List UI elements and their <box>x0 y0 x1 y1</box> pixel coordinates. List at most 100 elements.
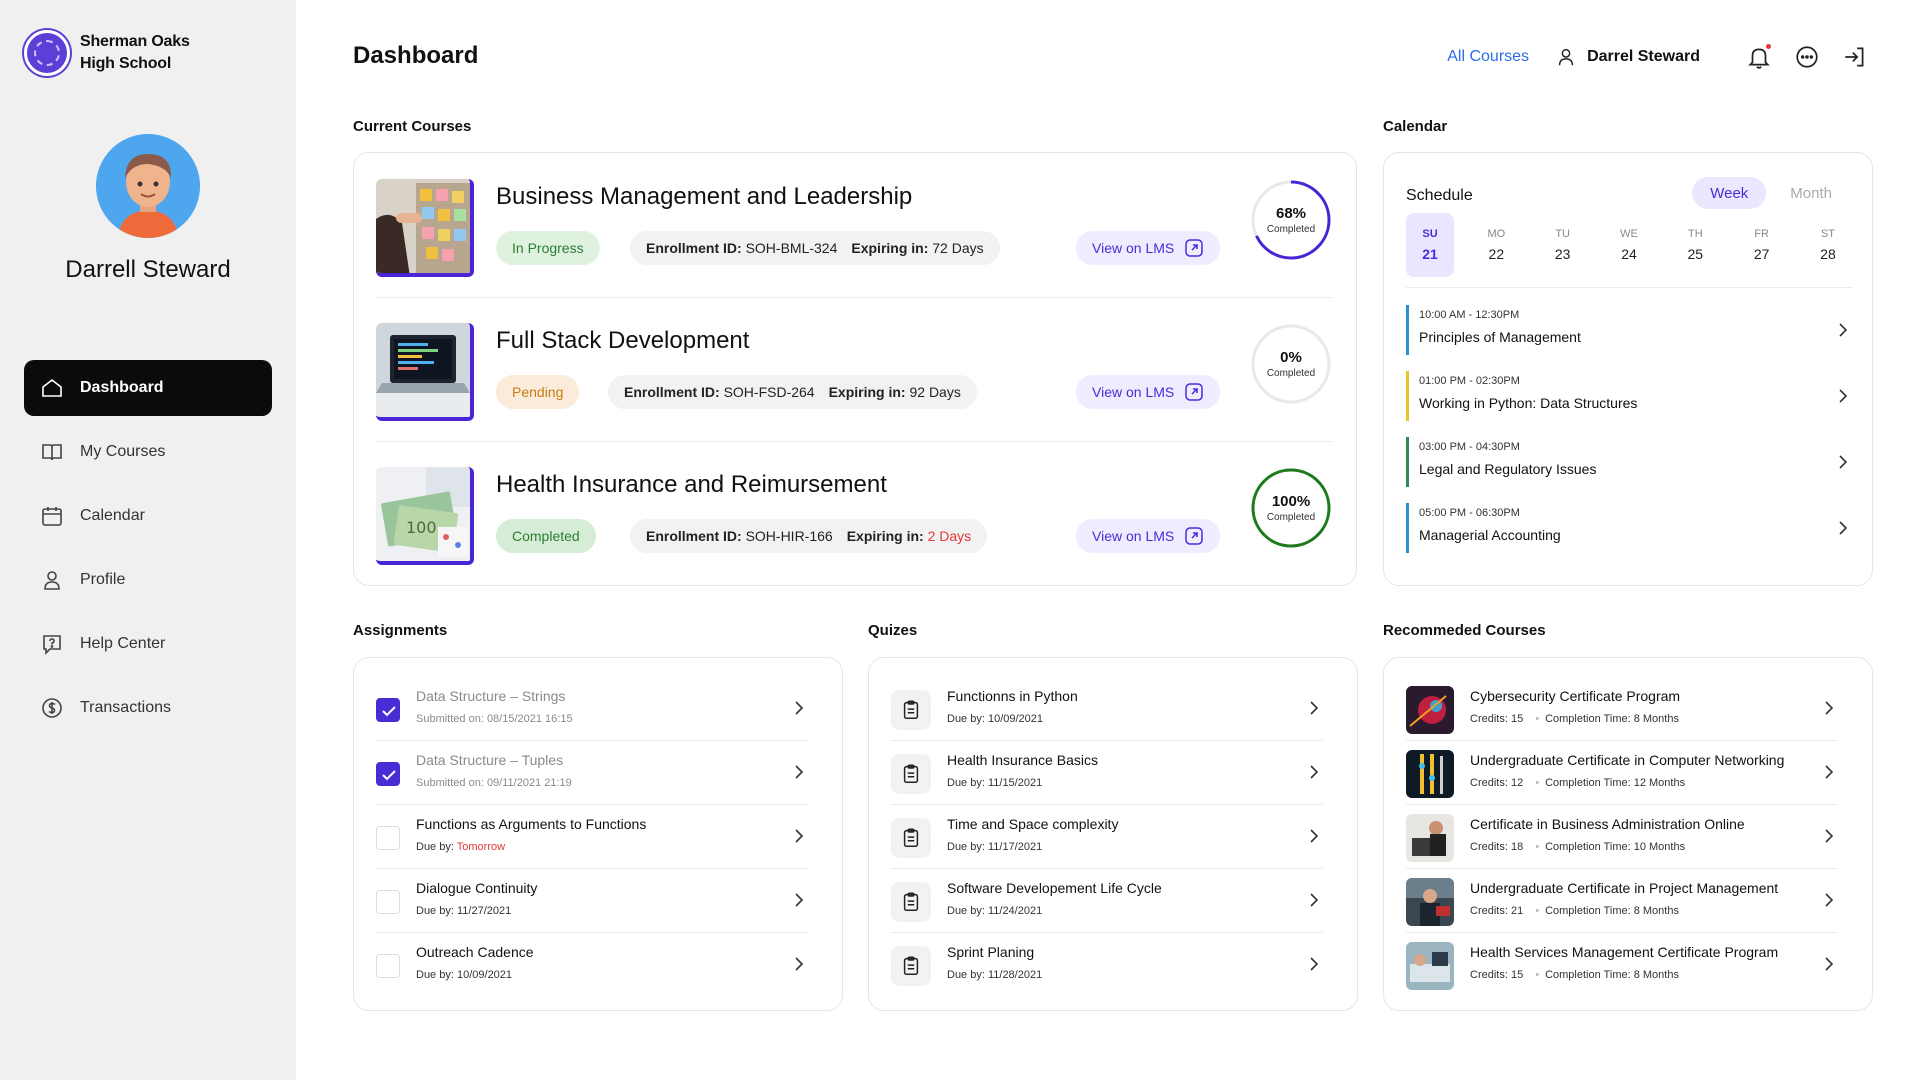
assignment-sub-label: Due by: <box>416 841 454 853</box>
notification-badge <box>1766 44 1771 49</box>
progress-label: Completed <box>1266 512 1316 523</box>
more-button[interactable] <box>1794 44 1820 70</box>
assignment-title: Data Structure – Strings <box>416 688 566 704</box>
calendar-day[interactable]: ST 28 <box>1804 213 1852 277</box>
quiz-item[interactable]: Time and Space complexity Due by: 11/17/… <box>891 804 1323 868</box>
day-number: 21 <box>1422 246 1438 262</box>
user-icon <box>1558 48 1574 66</box>
assignment-sub-value: 09/11/2021 21:19 <box>486 777 572 789</box>
sidebar-item-calendar[interactable]: Calendar <box>24 488 272 544</box>
schedule-event[interactable]: 10:00 AM - 12:30PM Principles of Managem… <box>1406 305 1852 355</box>
assignment-sub: Submitted on: 08/15/2021 16:15 <box>416 713 573 725</box>
sidebar-item-label: Help Center <box>80 635 166 652</box>
quiz-item[interactable]: Functionns in Python Due by: 10/09/2021 <box>891 676 1323 740</box>
course-title[interactable]: Business Management and Leadership <box>496 183 912 211</box>
assignment-title: Outreach Cadence <box>416 944 534 960</box>
recommended-course-item[interactable]: Health Services Management Certificate P… <box>1406 932 1838 996</box>
assignment-sub: Submitted on: 09/11/2021 21:19 <box>416 777 572 789</box>
calendar-day[interactable]: MO 22 <box>1472 213 1520 277</box>
credits: Credits: 18 <box>1470 841 1524 853</box>
avatar[interactable] <box>96 134 200 238</box>
event-time: 01:00 PM - 02:30PM <box>1419 375 1520 387</box>
assignment-checkbox[interactable] <box>376 762 400 786</box>
schedule-event[interactable]: 01:00 PM - 02:30PM Working in Python: Da… <box>1406 371 1852 421</box>
assignment-checkbox[interactable] <box>376 826 400 850</box>
quiz-item[interactable]: Health Insurance Basics Due by: 11/15/20… <box>891 740 1323 804</box>
chevron-right-icon <box>1825 893 1834 907</box>
event-name: Legal and Regulatory Issues <box>1419 461 1597 477</box>
book-icon <box>42 444 62 461</box>
course-title[interactable]: Full Stack Development <box>496 327 749 355</box>
calendar-day[interactable]: TU 23 <box>1539 213 1587 277</box>
recommended-course-item[interactable]: Undergraduate Certificate in Project Man… <box>1406 868 1838 932</box>
credits: Credits: 21 <box>1470 905 1524 917</box>
assignment-checkbox[interactable] <box>376 890 400 914</box>
chevron-right-icon <box>1839 455 1848 469</box>
quiz-due: Due by: 11/15/2021 <box>947 777 1043 789</box>
course-meta: Enrollment ID: SOH-BML-324 Expiring in: … <box>630 231 1000 265</box>
calendar-day[interactable]: TH 25 <box>1671 213 1719 277</box>
assignment-item[interactable]: Functions as Arguments to Functions Due … <box>376 804 808 868</box>
clipboard-icon <box>891 690 931 730</box>
notifications-button[interactable] <box>1746 44 1772 70</box>
event-name: Managerial Accounting <box>1419 527 1561 543</box>
view-on-lms-button[interactable]: View on LMS <box>1076 519 1221 553</box>
course-item: Full Stack Development Pending Enrollmen… <box>376 297 1332 421</box>
school-brand[interactable]: Sherman Oaks High School <box>24 30 210 76</box>
view-on-lms-button[interactable]: View on LMS <box>1076 375 1221 409</box>
assignment-checkbox[interactable] <box>376 954 400 978</box>
sidebar-item-label: My Courses <box>80 443 166 460</box>
user-icon <box>44 571 60 590</box>
week-toggle[interactable]: Week <box>1692 177 1767 209</box>
assignment-item[interactable]: Data Structure – Strings Submitted on: 0… <box>376 676 808 740</box>
event-time: 10:00 AM - 12:30PM <box>1419 309 1520 321</box>
month-toggle[interactable]: Month <box>1772 177 1850 209</box>
course-thumbnail[interactable]: 100 <box>376 467 474 565</box>
assignment-sub: Due by: 10/09/2021 <box>416 969 512 981</box>
sidebar-item-dashboard[interactable]: Dashboard <box>24 360 272 416</box>
sidebar-item-help-center[interactable]: Help Center <box>24 616 272 672</box>
enrollment-id: SOH-FSD-264 <box>723 384 815 400</box>
enrollment-label: Enrollment ID: <box>624 384 720 400</box>
progress-label: Completed <box>1266 368 1316 379</box>
assignment-item[interactable]: Outreach Cadence Due by: 10/09/2021 <box>376 932 808 996</box>
topbar: All Courses Darrel Steward <box>1447 42 1868 72</box>
completion-time: Completion Time: 8 Months <box>1545 905 1679 917</box>
account-menu[interactable]: Darrel Steward <box>1555 46 1700 68</box>
assignment-checkbox[interactable] <box>376 698 400 722</box>
external-link-icon <box>1185 239 1203 257</box>
quiz-due: Due by: 11/28/2021 <box>947 969 1043 981</box>
quiz-item[interactable]: Sprint Planing Due by: 11/28/2021 <box>891 932 1323 996</box>
check-icon <box>382 770 396 781</box>
recommended-course-item[interactable]: Certificate in Business Administration O… <box>1406 804 1838 868</box>
recommended-course-item[interactable]: Undergraduate Certificate in Computer Ne… <box>1406 740 1838 804</box>
recommended-course-item[interactable]: Cybersecurity Certificate Program Credit… <box>1406 676 1838 740</box>
day-of-week: FR <box>1754 228 1769 240</box>
chevron-right-icon <box>795 957 804 971</box>
calendar-day[interactable]: WE 24 <box>1605 213 1653 277</box>
expiring-value: 2 Days <box>927 528 972 544</box>
assignment-sub-value: Tomorrow <box>456 841 506 853</box>
view-on-lms-button[interactable]: View on LMS <box>1076 231 1221 265</box>
logout-button[interactable] <box>1842 44 1868 70</box>
course-thumbnail[interactable] <box>376 179 474 277</box>
sidebar-item-profile[interactable]: Profile <box>24 552 272 608</box>
day-number: 24 <box>1621 246 1637 262</box>
chevron-right-icon <box>1839 389 1848 403</box>
all-courses-link[interactable]: All Courses <box>1447 48 1529 66</box>
recommended-title: Health Services Management Certificate P… <box>1470 944 1779 960</box>
calendar-day[interactable]: SU 21 <box>1406 213 1454 277</box>
assignment-item[interactable]: Data Structure – Tuples Submitted on: 09… <box>376 740 808 804</box>
course-thumbnail[interactable] <box>376 323 474 421</box>
schedule-event[interactable]: 05:00 PM - 06:30PM Managerial Accounting <box>1406 503 1852 553</box>
assignment-sub-label: Due by: <box>416 969 454 981</box>
sidebar-item-label: Dashboard <box>80 379 164 396</box>
schedule-event[interactable]: 03:00 PM - 04:30PM Legal and Regulatory … <box>1406 437 1852 487</box>
day-of-week: ST <box>1820 228 1835 240</box>
assignment-item[interactable]: Dialogue Continuity Due by: 11/27/2021 <box>376 868 808 932</box>
sidebar-item-transactions[interactable]: Transactions <box>24 680 272 736</box>
course-title[interactable]: Health Insurance and Reimursement <box>496 471 887 499</box>
calendar-day[interactable]: FR 27 <box>1738 213 1786 277</box>
quiz-item[interactable]: Software Developement Life Cycle Due by:… <box>891 868 1323 932</box>
sidebar-item-my-courses[interactable]: My Courses <box>24 424 272 480</box>
